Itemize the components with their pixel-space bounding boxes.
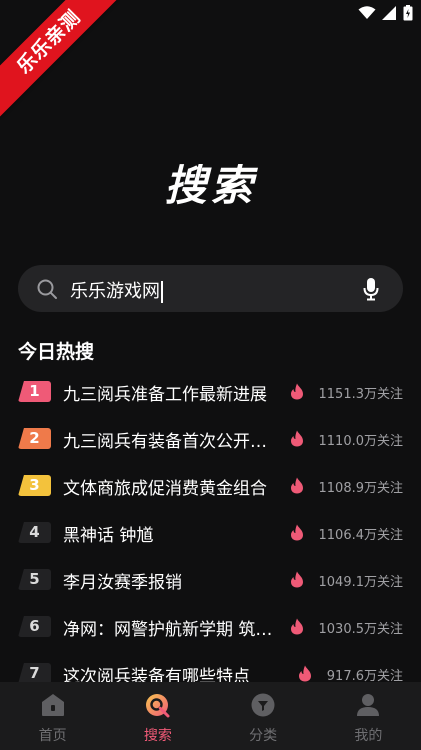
flame-icon [291, 383, 303, 400]
rank-badge: 5 [18, 569, 51, 590]
follow-count: 1030.5万关注 [318, 622, 404, 637]
text-caret [161, 281, 163, 303]
search-bar[interactable]: 乐乐游戏网 [18, 265, 403, 312]
follow-count: 1049.1万关注 [318, 575, 404, 590]
hot-search-title: 净网：网警护航新学期 筑牢安全防线 [63, 620, 278, 640]
nav-home-label: 首页 [38, 728, 67, 744]
nav-mine-label: 我的 [354, 728, 383, 744]
hot-search-title: 李月汝赛季报销 [63, 573, 182, 593]
hot-search-title: 九三阅兵准备工作最新进展 [63, 385, 267, 405]
hot-search-item[interactable]: 2 九三阅兵有装备首次公开亮相 1110.0万关注 [0, 415, 421, 462]
flame-icon [291, 477, 303, 494]
nav-mine[interactable]: 我的 [316, 682, 421, 750]
search-input[interactable]: 乐乐游戏网 [70, 277, 163, 303]
category-icon [251, 693, 275, 717]
hot-search-title: 黑神话 钟馗 [63, 526, 154, 546]
nav-category-label: 分类 [249, 728, 278, 744]
follow-count: 1106.4万关注 [318, 528, 404, 543]
microphone-icon[interactable] [363, 277, 379, 301]
flame-icon [291, 618, 303, 635]
nav-home[interactable]: 首页 [0, 682, 105, 750]
watermark-ribbon: 乐乐亲测 [0, 0, 120, 120]
follow-count: 1108.9万关注 [318, 481, 404, 496]
search-tab-icon [145, 694, 170, 718]
watermark-ribbon-text: 乐乐亲测 [0, 0, 120, 120]
flame-icon [299, 665, 311, 682]
hot-search-list: 1 九三阅兵准备工作最新进展 1151.3万关注 2 九三阅兵有装备首次公开亮相… [0, 368, 421, 697]
rank-badge: 7 [18, 663, 51, 684]
hot-search-item[interactable]: 4 黑神话 钟馗 1106.4万关注 [0, 509, 421, 556]
nav-category[interactable]: 分类 [211, 682, 316, 750]
hot-search-title: 文体商旅成促消费黄金组合 [63, 479, 267, 499]
rank-badge: 1 [18, 381, 51, 402]
flame-icon [291, 524, 303, 541]
hot-search-title: 九三阅兵有装备首次公开亮相 [63, 432, 278, 452]
rank-badge: 2 [18, 428, 51, 449]
search-query: 乐乐游戏网 [70, 281, 160, 302]
nav-search[interactable]: 搜索 [105, 682, 210, 750]
rank-badge: 6 [18, 616, 51, 637]
page-title: 搜索 [164, 161, 257, 210]
hot-search-item[interactable]: 6 净网：网警护航新学期 筑牢安全防线 1030.5万关注 [0, 603, 421, 650]
nav-search-label: 搜索 [143, 728, 172, 744]
search-icon [37, 279, 57, 299]
hot-search-heading: 今日热搜 [18, 341, 95, 363]
flame-icon [291, 430, 303, 447]
home-icon [41, 694, 64, 716]
rank-badge: 4 [18, 522, 51, 543]
hot-search-item[interactable]: 5 李月汝赛季报销 1049.1万关注 [0, 556, 421, 603]
rank-badge: 3 [18, 475, 51, 496]
signal-icon [382, 6, 396, 20]
hot-search-item[interactable]: 3 文体商旅成促消费黄金组合 1108.9万关注 [0, 462, 421, 509]
flame-icon [291, 571, 303, 588]
follow-count: 1151.3万关注 [318, 387, 404, 402]
wifi-icon [358, 6, 376, 19]
bottom-nav: 首页 搜索 分类 我的 [0, 682, 421, 750]
battery-icon [403, 5, 413, 21]
hot-search-item[interactable]: 1 九三阅兵准备工作最新进展 1151.3万关注 [0, 368, 421, 415]
profile-icon [357, 694, 380, 716]
follow-count: 1110.0万关注 [318, 434, 404, 449]
